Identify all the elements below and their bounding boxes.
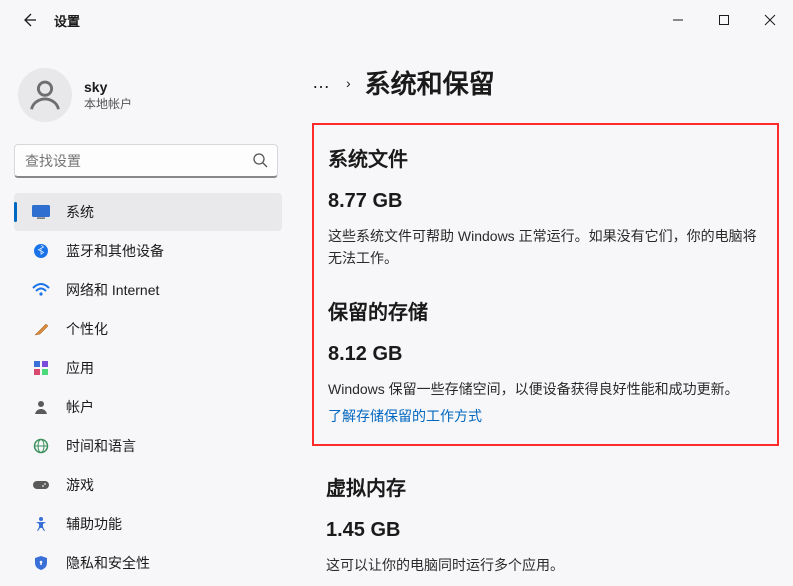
section-body: 这可以让你的电脑同时运行多个应用。: [326, 554, 765, 576]
nav-item-accessibility[interactable]: 辅助功能: [14, 505, 282, 543]
close-button[interactable]: [747, 0, 793, 40]
section-title: 保留的存储: [328, 296, 763, 325]
apps-icon: [32, 359, 50, 377]
nav-label: 个性化: [66, 319, 108, 339]
profile-name: sky: [84, 79, 132, 95]
person-icon: [26, 76, 64, 114]
highlighted-sections: 系统文件 8.77 GB 这些系统文件可帮助 Windows 正常运行。如果没有…: [312, 123, 779, 446]
search-wrap: [14, 144, 278, 178]
profile-subtitle: 本地帐户: [84, 95, 132, 112]
section-reserved-storage: 保留的存储 8.12 GB Windows 保留一些存储空间，以便设备获得良好性…: [328, 296, 763, 426]
wifi-icon: [32, 281, 50, 299]
section-value: 8.77 GB: [328, 190, 763, 213]
nav-list: 系统 蓝牙和其他设备 网络和 Internet 个性化 应用: [8, 192, 288, 586]
search-icon: [252, 152, 268, 173]
nav-item-time-language[interactable]: 时间和语言: [14, 427, 282, 465]
bluetooth-icon: [32, 242, 50, 260]
chevron-right-icon: ›: [346, 75, 351, 91]
content-pane[interactable]: … › 系统和保留 系统文件 8.77 GB 这些系统文件可帮助 Windows…: [292, 40, 793, 586]
nav-label: 时间和语言: [66, 436, 136, 456]
back-button[interactable]: [18, 9, 40, 31]
nav-label: 系统: [66, 202, 94, 222]
search-input[interactable]: [14, 144, 278, 178]
maximize-button[interactable]: [701, 0, 747, 40]
nav-item-gaming[interactable]: 游戏: [14, 466, 282, 504]
nav-item-accounts[interactable]: 帐户: [14, 388, 282, 426]
globe-icon: [32, 437, 50, 455]
brush-icon: [32, 320, 50, 338]
nav-label: 游戏: [66, 475, 94, 495]
nav-item-personalization[interactable]: 个性化: [14, 310, 282, 348]
section-title: 虚拟内存: [326, 472, 765, 501]
maximize-icon: [718, 14, 730, 26]
nav-label: 隐私和安全性: [66, 553, 150, 573]
minimize-icon: [672, 14, 684, 26]
nav-item-apps[interactable]: 应用: [14, 349, 282, 387]
nav-item-network[interactable]: 网络和 Internet: [14, 271, 282, 309]
account-icon: [32, 398, 50, 416]
close-icon: [764, 14, 776, 26]
shield-icon: [32, 554, 50, 572]
nav-item-system[interactable]: 系统: [14, 193, 282, 231]
arrow-left-icon: [21, 12, 37, 28]
nav-label: 网络和 Internet: [66, 280, 159, 300]
section-virtual-memory: 虚拟内存 1.45 GB 这可以让你的电脑同时运行多个应用。: [312, 472, 779, 576]
accessibility-icon: [32, 515, 50, 533]
gamepad-icon: [32, 476, 50, 494]
section-body: 这些系统文件可帮助 Windows 正常运行。如果没有它们，你的电脑将无法工作。: [328, 225, 763, 270]
section-value: 8.12 GB: [328, 343, 763, 366]
page-title: 系统和保留: [365, 64, 495, 101]
nav-item-bluetooth[interactable]: 蓝牙和其他设备: [14, 232, 282, 270]
reserved-storage-link[interactable]: 了解存储保留的工作方式: [328, 406, 482, 426]
section-body: Windows 保留一些存储空间，以便设备获得良好性能和成功更新。: [328, 378, 763, 400]
section-title: 系统文件: [328, 143, 763, 172]
window-controls: [655, 0, 793, 40]
profile-block[interactable]: sky 本地帐户: [8, 60, 288, 140]
nav-label: 蓝牙和其他设备: [66, 241, 164, 261]
settings-window: 设置 sky 本地帐户: [0, 0, 793, 586]
titlebar: 设置: [0, 0, 793, 40]
nav-label: 帐户: [66, 397, 94, 417]
breadcrumb: … › 系统和保留: [312, 64, 779, 101]
breadcrumb-more[interactable]: …: [312, 72, 332, 93]
nav-label: 应用: [66, 358, 94, 378]
sidebar: sky 本地帐户 系统 蓝牙和其他设备: [0, 40, 292, 586]
section-system-files: 系统文件 8.77 GB 这些系统文件可帮助 Windows 正常运行。如果没有…: [328, 143, 763, 270]
nav-label: 辅助功能: [66, 514, 122, 534]
minimize-button[interactable]: [655, 0, 701, 40]
window-title: 设置: [54, 11, 80, 30]
nav-item-privacy[interactable]: 隐私和安全性: [14, 544, 282, 582]
avatar: [18, 68, 72, 122]
section-value: 1.45 GB: [326, 519, 765, 542]
system-icon: [32, 203, 50, 221]
